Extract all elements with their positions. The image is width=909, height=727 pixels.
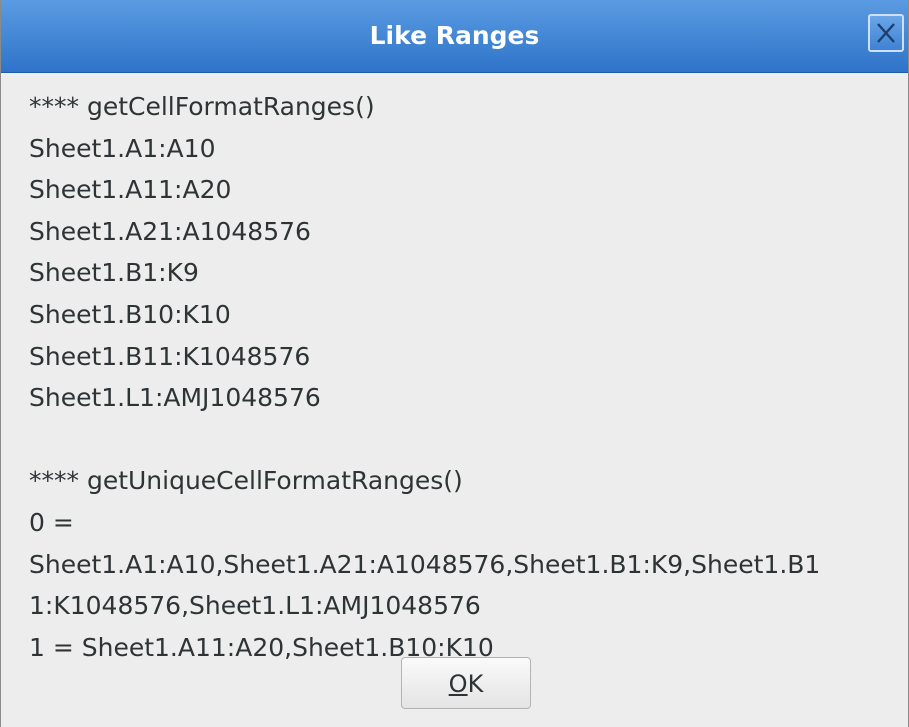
text-line: Sheet1.B10:K10 — [29, 299, 231, 329]
message-text: **** getCellFormatRanges() Sheet1.A1:A10… — [29, 86, 888, 668]
text-line: Sheet1.L1:AMJ1048576 — [29, 383, 321, 413]
text-line: 1:K1048576,Sheet1.L1:AMJ1048576 — [29, 591, 481, 621]
text-line: Sheet1.B1:K9 — [29, 258, 199, 288]
dialog-window: Like Ranges **** getCellFormatRanges() S… — [0, 0, 909, 727]
text-line: 0 = — [29, 507, 74, 537]
ok-button[interactable]: OK — [401, 657, 531, 709]
text-line: Sheet1.A11:A20 — [29, 175, 232, 205]
text-line: Sheet1.A21:A1048576 — [29, 216, 311, 246]
window-title: Like Ranges — [369, 21, 540, 50]
ok-label-rest: K — [467, 670, 484, 698]
text-line: **** getUniqueCellFormatRanges() — [29, 466, 463, 496]
text-line: Sheet1.B11:K1048576 — [29, 341, 311, 371]
text-line: Sheet1.A1:A10,Sheet1.A21:A1048576,Sheet1… — [29, 549, 821, 579]
text-line: **** getCellFormatRanges() — [29, 92, 375, 121]
text-line: Sheet1.A1:A10 — [29, 133, 216, 163]
close-icon — [877, 23, 895, 43]
title-bar[interactable]: Like Ranges — [1, 0, 908, 73]
close-button[interactable] — [868, 14, 904, 52]
ok-mnemonic: O — [448, 670, 468, 698]
